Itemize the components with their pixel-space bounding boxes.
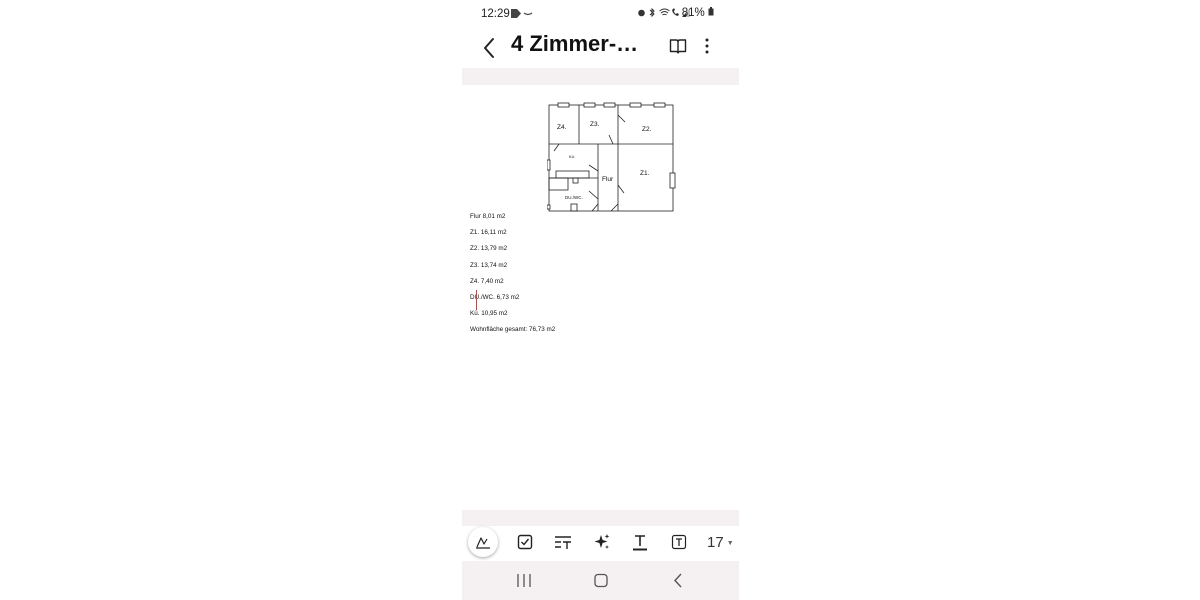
room-label-ku: Kü.	[569, 154, 575, 159]
notification-smile-icon	[523, 8, 533, 21]
back-icon[interactable]	[668, 571, 690, 591]
recent-apps-icon[interactable]	[513, 571, 535, 591]
ai-sparkle-icon[interactable]	[588, 528, 616, 556]
more-vertical-icon[interactable]	[700, 36, 714, 56]
area-list: Flur 8,01 m2 Z1. 16,11 m2 Z2. 13,79 m2 Z…	[470, 213, 555, 343]
room-label-z3: Z3.	[590, 121, 600, 128]
note-page[interactable]: Z4. Z3. Z2. Kü. Flur Z1. DU./WC. Flur 8,…	[462, 85, 739, 509]
room-label-z4: Z4.	[557, 124, 567, 131]
room-label-du-wc: DU./WC.	[565, 195, 583, 200]
note-title[interactable]: 4 Zimmer-Wohnung	[511, 31, 653, 57]
area-item: Z3. 13,74 m2	[470, 261, 508, 269]
battery-icon	[708, 7, 714, 16]
bluetooth-icon	[648, 7, 656, 21]
floor-plan-image: Z4. Z3. Z2. Kü. Flur Z1. DU./WC.	[547, 102, 676, 212]
battery-percent: 81%	[681, 7, 705, 19]
editor-toolbar: 17 ▼	[462, 526, 739, 560]
room-label-z1: Z1.	[640, 170, 650, 177]
status-bar: 12:29 81%	[462, 0, 739, 30]
alarm-icon	[637, 8, 646, 20]
text-format-icon[interactable]	[549, 528, 577, 556]
font-size-value: 17	[707, 534, 724, 551]
home-icon[interactable]	[590, 571, 612, 591]
pen-icon[interactable]	[468, 527, 498, 557]
text-box-icon[interactable]	[665, 528, 693, 556]
back-arrow-icon[interactable]	[480, 36, 500, 60]
app-header: 4 Zimmer-Wohnung	[462, 30, 739, 66]
wifi-icon	[659, 8, 670, 20]
area-item: Kü. 10,95 m2	[470, 310, 508, 318]
status-time: 12:29	[481, 8, 510, 20]
battery-level: 81%	[682, 7, 714, 19]
font-size-selector[interactable]: 17 ▼	[707, 534, 734, 551]
book-icon[interactable]	[669, 37, 687, 55]
notification-app-icon	[510, 8, 522, 22]
room-label-flur: Flur	[602, 176, 614, 183]
area-item: Z2. 13,79 m2	[470, 245, 508, 253]
phone-screen: 12:29 81% 4 Zimmer-Wohnung	[462, 0, 739, 600]
checkbox-icon[interactable]	[511, 528, 539, 556]
area-total: Wohnfläche gesamt: 76,73 m2	[470, 326, 556, 334]
system-nav-bar	[462, 561, 739, 600]
area-item: DU./WC. 6,73 m2	[470, 293, 520, 301]
caret-down-icon: ▼	[726, 540, 734, 547]
text-cursor	[476, 290, 477, 310]
room-label-z2: Z2.	[642, 126, 652, 133]
area-item: Flur 8,01 m2	[470, 213, 506, 220]
text-style-icon[interactable]	[626, 528, 654, 556]
area-item: Z1. 16,11 m2	[470, 229, 507, 237]
wifi-call-icon	[671, 8, 680, 20]
area-item: Z4. 7,40 m2	[470, 277, 504, 285]
page-top-band	[462, 68, 739, 85]
page-bottom-band	[462, 510, 739, 526]
